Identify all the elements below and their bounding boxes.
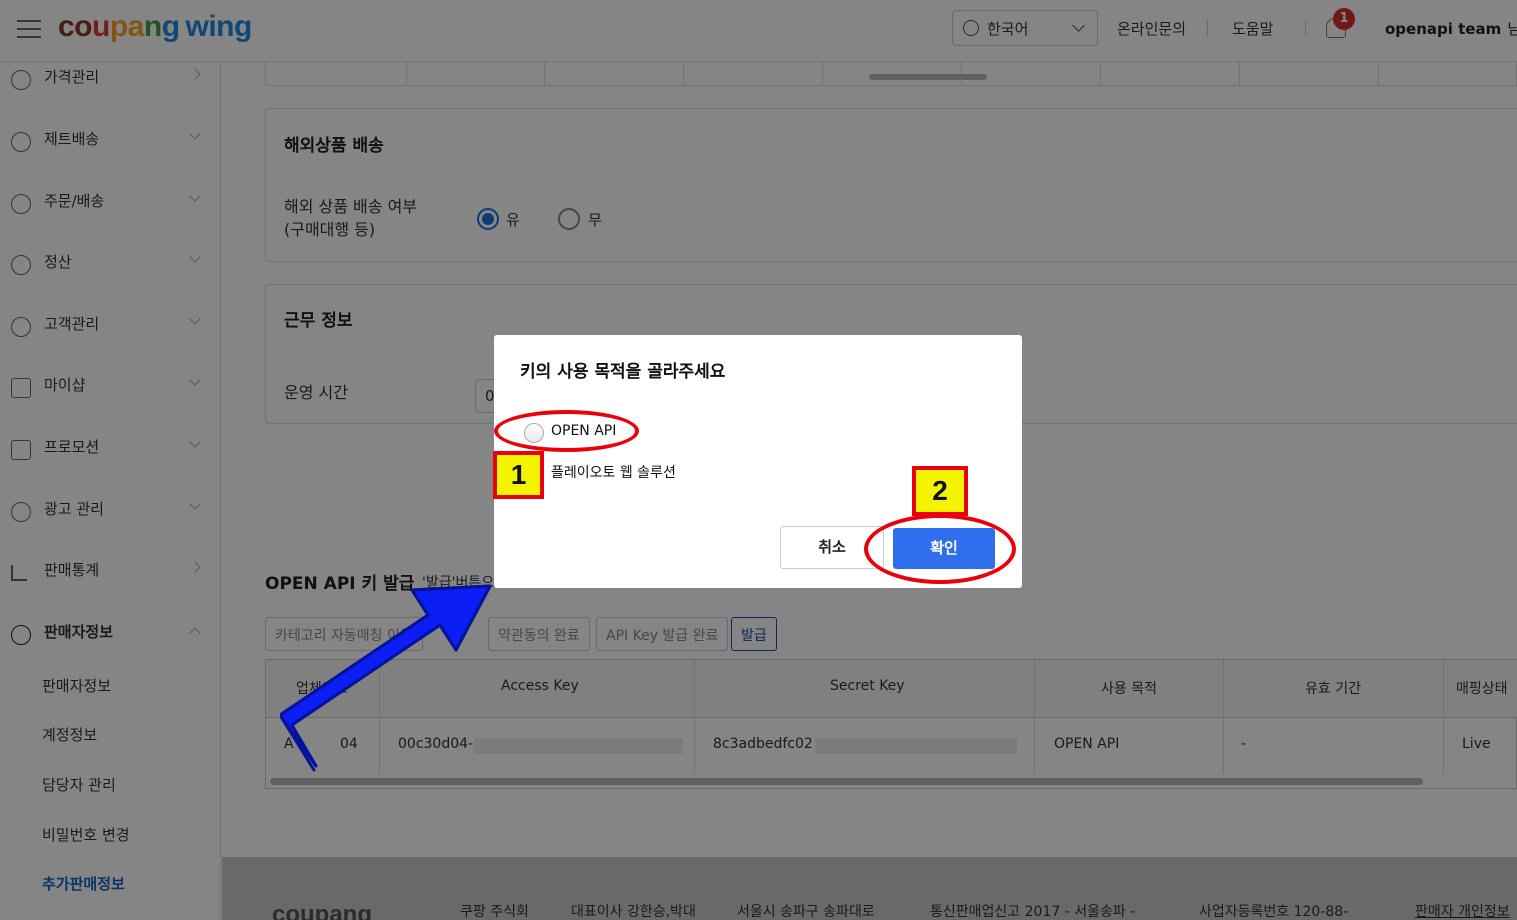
option-playauto-label[interactable]: 플레이오토 웹 솔루션 (551, 462, 676, 482)
step-2-marker: 2 (912, 466, 968, 516)
step-1-marker: 1 (493, 451, 544, 499)
dialog-title: 키의 사용 목적을 골라주세요 (520, 362, 726, 382)
highlight-ring-confirm (864, 514, 1016, 584)
highlight-ring-open-api (494, 410, 639, 452)
blue-arrow-annotation (280, 584, 492, 772)
